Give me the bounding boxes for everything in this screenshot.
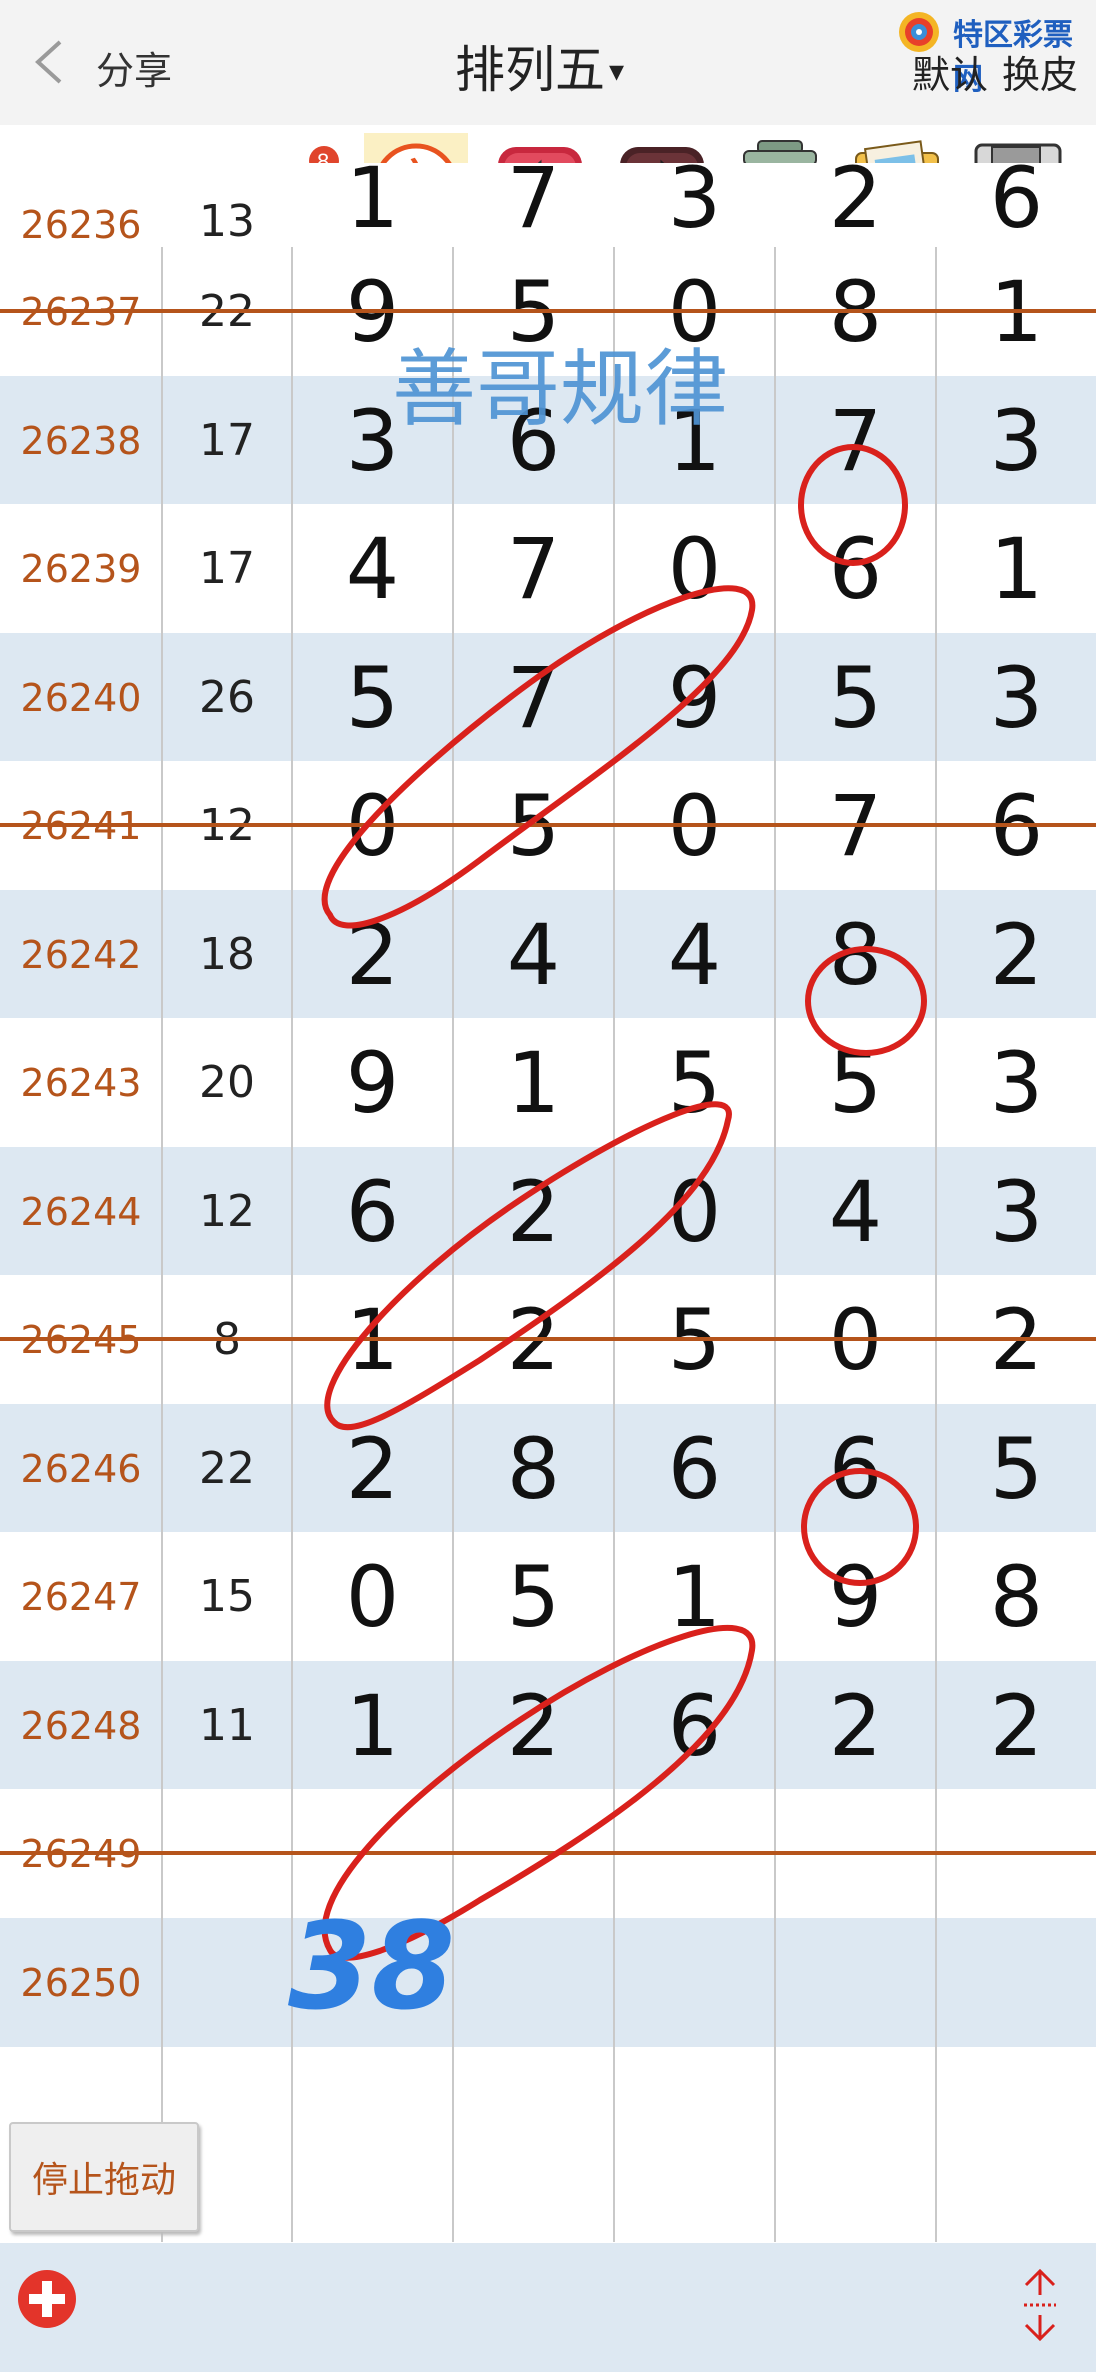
circle-annotation xyxy=(805,946,927,1056)
diagonal-loop-annotation xyxy=(324,1101,732,1431)
annotation-layer: 38 xyxy=(288,444,927,2037)
plus-icon[interactable] xyxy=(16,2268,78,2330)
circle-annotation xyxy=(798,444,908,566)
handwritten-note: 38 xyxy=(288,1898,455,2037)
diagonal-loop-annotation xyxy=(321,585,756,929)
bottom-bar xyxy=(0,2243,1096,2372)
stop-drag-button[interactable]: 停止拖动 xyxy=(9,2122,199,2232)
up-down-arrows-icon[interactable] xyxy=(1018,2265,1062,2345)
circle-annotation xyxy=(801,1468,919,1586)
